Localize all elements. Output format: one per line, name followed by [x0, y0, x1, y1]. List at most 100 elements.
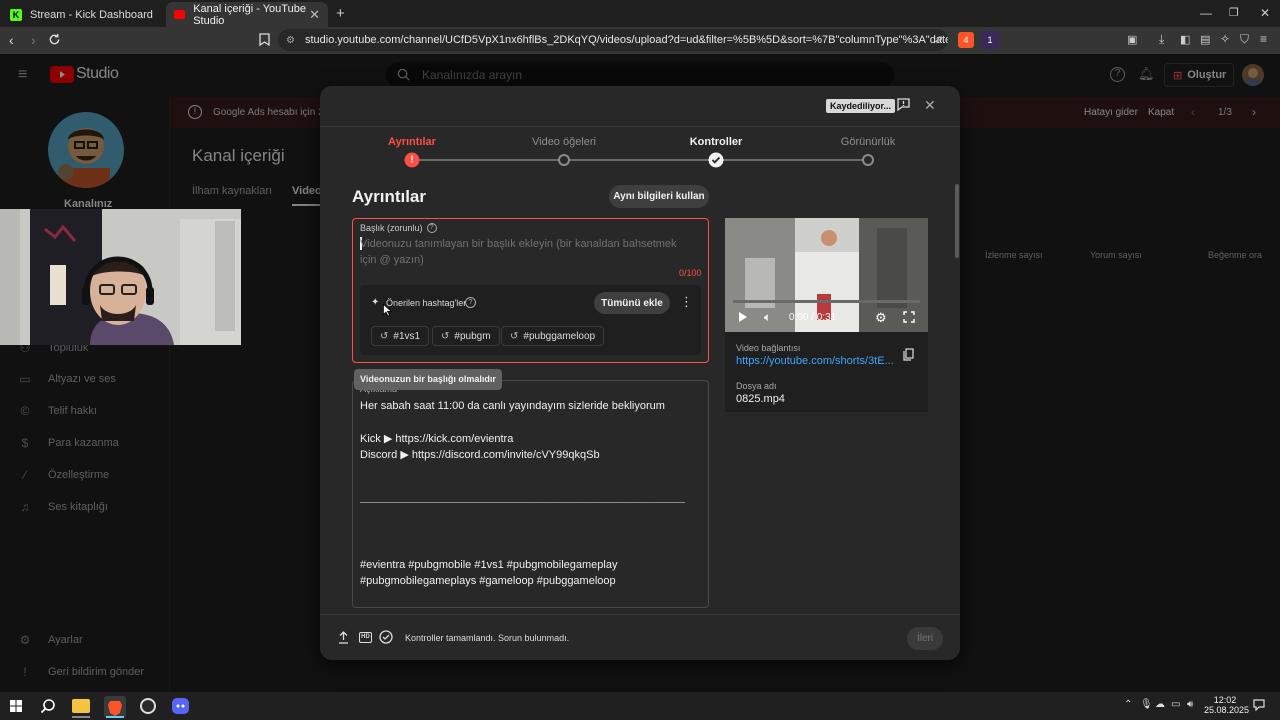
- description-line: Her sabah saat 11:00 da canlı yayındayım…: [360, 400, 665, 412]
- description-line: Discord ▶ https://discord.com/invite/cVY…: [360, 449, 600, 461]
- back-icon[interactable]: ‹: [9, 32, 14, 48]
- webcam-overlay: [0, 209, 241, 345]
- step-done-check-icon[interactable]: [708, 152, 724, 168]
- reload-icon[interactable]: [48, 33, 61, 46]
- add-all-hashtags-button[interactable]: Tümünü ekle: [594, 292, 670, 314]
- url-text: studio.youtube.com/channel/UCfD5VpX1nx6h…: [305, 34, 948, 46]
- speaker-icon[interactable]: 🔊︎: [1187, 699, 1193, 710]
- fullscreen-icon[interactable]: [903, 311, 915, 323]
- hd-icon: HD: [359, 632, 372, 643]
- file-name-label: Dosya adı: [736, 381, 777, 391]
- step-checks-label[interactable]: Kontroller: [690, 136, 743, 148]
- kick-favicon-icon: K: [10, 8, 22, 21]
- file-name: 0825.mp4: [736, 393, 785, 405]
- window-close-icon[interactable]: ✕: [1260, 6, 1270, 20]
- cloud-icon[interactable]: ☁︎: [1155, 699, 1165, 710]
- taskbar-clock[interactable]: 12:02 25.08.2025: [1204, 695, 1250, 715]
- file-explorer-icon[interactable]: [72, 699, 90, 713]
- youtube-favicon-icon: [174, 10, 186, 19]
- step-pending-icon[interactable]: [862, 154, 874, 166]
- tab-kick-dashboard[interactable]: K Stream - Kick Dashboard: [2, 2, 165, 27]
- restore-icon[interactable]: ❐: [1229, 6, 1239, 19]
- dialog-scrollbar[interactable]: [955, 184, 959, 258]
- title-char-counter: 0/100: [679, 268, 702, 278]
- brave-shield-icon[interactable]: 4: [958, 32, 974, 48]
- brave-rewards-icon[interactable]: 1: [981, 31, 999, 49]
- upload-dialog: Kaydediliyor... ✕ Ayrıntılar Video öğele…: [320, 86, 960, 660]
- video-link-label: Video bağlantısı: [736, 343, 801, 353]
- more-options-icon[interactable]: ⋮: [680, 294, 693, 310]
- microphone-icon[interactable]: 🎙︎: [1140, 699, 1153, 710]
- close-dialog-icon[interactable]: ✕: [924, 97, 936, 114]
- step-pending-icon[interactable]: [558, 154, 570, 166]
- taskbar-search-icon[interactable]: [40, 698, 56, 714]
- hashtag-text: #1vs1: [393, 330, 421, 342]
- mouse-cursor-icon: [383, 304, 392, 317]
- upload-icon: [338, 631, 349, 644]
- obs-icon[interactable]: [140, 698, 156, 714]
- step-details-label[interactable]: Ayrıntılar: [388, 136, 436, 148]
- url-field[interactable]: studio.youtube.com/channel/UCfD5VpX1nx6h…: [278, 29, 948, 51]
- title-placeholder[interactable]: Videonuzu tanımlayan bir başlık ekleyin …: [360, 236, 690, 268]
- bookmark-icon[interactable]: [259, 33, 270, 46]
- step-visibility-label[interactable]: Görünürlük: [841, 136, 895, 148]
- section-title: Ayrıntılar: [352, 187, 427, 206]
- share-icon[interactable]: ⇗: [934, 33, 943, 46]
- reader-mode-icon[interactable]: ▣: [1127, 33, 1137, 46]
- volume-icon[interactable]: 🔈︎: [764, 310, 771, 325]
- network-icon[interactable]: ▭: [1171, 699, 1180, 710]
- menu-icon[interactable]: ≡: [1260, 32, 1267, 46]
- discord-icon[interactable]: [172, 698, 189, 714]
- history-icon: ↺: [510, 330, 519, 342]
- history-icon: ↺: [441, 330, 450, 342]
- wallet-icon[interactable]: ▤: [1200, 33, 1210, 46]
- header-divider: [320, 126, 960, 127]
- clock-time: 12:02: [1213, 695, 1237, 705]
- hashtag-chip[interactable]: ↺ #1vs1: [371, 326, 430, 346]
- description-line: Kick ▶ https://kick.com/evientra: [360, 433, 514, 445]
- copy-icon[interactable]: [903, 348, 914, 361]
- video-link[interactable]: https://youtube.com/shorts/3tE...: [736, 355, 894, 367]
- video-progress-track[interactable]: [733, 300, 920, 303]
- tray-expand-icon[interactable]: ⌃: [1124, 699, 1132, 710]
- report-feedback-icon[interactable]: [897, 98, 910, 111]
- clock-date: 25.08.2025: [1204, 705, 1250, 715]
- title-field-label: Başlık (zorunlu) ?: [360, 223, 437, 233]
- tab-title: Stream - Kick Dashboard: [30, 8, 153, 21]
- help-icon[interactable]: ?: [465, 297, 476, 308]
- vpn-icon[interactable]: ⛉: [1240, 32, 1249, 47]
- download-icon[interactable]: ⤓: [1159, 32, 1164, 47]
- video-settings-gear-icon[interactable]: ⚙: [875, 310, 887, 326]
- forward-icon[interactable]: ›: [31, 32, 36, 48]
- taskbar-indicator: [72, 716, 90, 718]
- next-button[interactable]: İleri: [907, 627, 943, 650]
- checks-status-text: Kontroller tamamlandı. Sorun bulunmadı.: [405, 633, 570, 643]
- leo-ai-icon[interactable]: ✧: [1220, 32, 1230, 46]
- minimize-icon[interactable]: —: [1200, 6, 1212, 20]
- new-tab-icon[interactable]: +: [336, 5, 345, 22]
- play-icon[interactable]: [738, 311, 748, 323]
- tab-youtube-studio[interactable]: Kanal içeriği - YouTube Studio ✕: [166, 2, 328, 27]
- description-line: #evientra #pubgmobile #1vs1 #pubgmobileg…: [360, 559, 618, 571]
- windows-taskbar: [0, 692, 1280, 720]
- windows-start-icon[interactable]: [10, 700, 22, 712]
- brave-taskbar-button[interactable]: [104, 696, 126, 718]
- step-video-elements-label[interactable]: Video öğeleri: [532, 136, 596, 148]
- reuse-details-button[interactable]: Aynı bilgileri kullan: [609, 185, 709, 208]
- saving-status: Kaydediliyor...: [826, 99, 896, 113]
- hashtag-chip[interactable]: ↺ #pubgm: [432, 326, 500, 346]
- close-tab-icon[interactable]: ✕: [309, 7, 320, 23]
- video-time: 0:00 / 0:31: [789, 312, 837, 323]
- sparkle-icon: ✦: [371, 297, 380, 308]
- tab-title: Kanal içeriği - YouTube Studio: [193, 2, 306, 27]
- help-icon[interactable]: ?: [426, 223, 437, 233]
- title-required-tooltip: Videonuzun bir başlığı olmalıdır: [354, 369, 502, 390]
- stepper-track: [412, 159, 868, 161]
- hashtag-text: #pubggameloop: [523, 330, 596, 342]
- notification-center-icon[interactable]: [1253, 699, 1265, 711]
- description-line: #pubgmobilegameplays #gameloop #pubggame…: [360, 575, 616, 587]
- hashtag-chip[interactable]: ↺ #pubggameloop: [501, 326, 605, 346]
- sidebar-toggle-icon[interactable]: ◧: [1180, 33, 1190, 46]
- site-settings-icon[interactable]: ⚙: [286, 35, 295, 46]
- step-error-icon[interactable]: !: [404, 152, 420, 168]
